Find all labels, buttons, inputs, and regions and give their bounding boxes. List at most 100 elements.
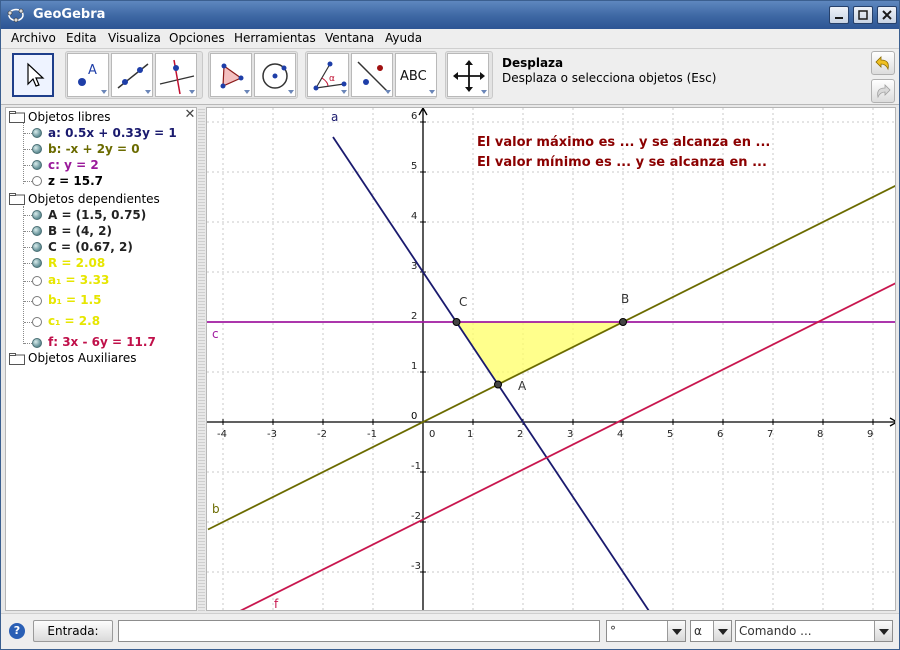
x-tick-label: 3 (567, 429, 573, 440)
point-a[interactable] (494, 380, 502, 389)
close-button[interactable] (877, 6, 897, 24)
dependent-object-item[interactable]: f: 3x - 6y = 11.7 (48, 335, 156, 351)
geogebra-logo-icon (7, 8, 24, 23)
greek-letter-select[interactable]: α (690, 620, 732, 642)
text-tool-button[interactable]: ABC (395, 53, 437, 97)
close-algebra-icon[interactable]: ✕ (184, 108, 196, 121)
input-field[interactable] (118, 620, 600, 642)
visibility-toggle[interactable] (32, 144, 42, 154)
input-bar: ? Entrada: ° α Comando ... (1, 613, 899, 649)
visibility-toggle[interactable] (32, 276, 42, 286)
visibility-toggle[interactable] (32, 160, 42, 170)
menu-edita[interactable]: Edita (66, 31, 97, 45)
line-c-label: c (212, 327, 219, 341)
menu-opciones[interactable]: Opciones (169, 31, 225, 45)
dependent-object-item[interactable]: B = (4, 2) (48, 224, 112, 240)
tree-connector (23, 120, 24, 184)
visibility-toggle[interactable] (32, 317, 42, 327)
graphics-view[interactable]: -4 -3 -2 -1 0 1 2 3 4 5 6 7 8 9 -3 -2 -1 1 2 3 4 5 6 0 a b c f … (206, 107, 896, 611)
tree-connector (24, 181, 32, 182)
app-window: GeoGebra Archivo Edita Visualiza Opcione… (0, 0, 900, 650)
point-icon: A (78, 63, 107, 94)
free-object-item[interactable]: c: y = 2 (48, 158, 99, 174)
input-label-button[interactable]: Entrada: (33, 620, 113, 642)
y-tick-label: 6 (411, 111, 417, 122)
visibility-toggle[interactable] (32, 258, 42, 268)
degree-symbol-select[interactable]: ° (606, 620, 686, 642)
redo-button[interactable] (871, 79, 895, 103)
chevron-down-icon[interactable] (874, 621, 892, 641)
menu-archivo[interactable]: Archivo (11, 31, 56, 45)
circle-tool-button[interactable] (254, 53, 296, 97)
split-pane-divider[interactable] (198, 107, 205, 611)
feasible-region[interactable] (456, 322, 624, 385)
free-objects-label[interactable]: Objetos libres (28, 110, 110, 126)
x-tick-label: 4 (617, 429, 623, 440)
visibility-toggle[interactable] (32, 210, 42, 220)
visibility-toggle[interactable] (32, 226, 42, 236)
dependent-object-item[interactable]: A = (1.5, 0.75) (48, 208, 146, 224)
perpendicular-line-icon (159, 59, 195, 95)
dependent-object-item[interactable]: b₁ = 1.5 (48, 293, 102, 309)
visibility-toggle[interactable] (32, 242, 42, 252)
x-tick-label: 1 (467, 429, 473, 440)
point-b[interactable] (619, 318, 627, 326)
visibility-toggle[interactable] (32, 296, 42, 306)
menu-ventana[interactable]: Ventana (325, 31, 374, 45)
dependent-objects-label[interactable]: Objetos dependientes (28, 192, 160, 208)
dependent-object-item[interactable]: C = (0.67, 2) (48, 240, 133, 256)
reflect-tool-button[interactable] (351, 53, 393, 97)
line-a-label: a (331, 110, 338, 124)
x-tick-label: 9 (867, 429, 873, 440)
help-icon[interactable]: ? (9, 623, 25, 639)
chevron-down-icon[interactable] (667, 621, 685, 641)
undo-button[interactable] (871, 51, 895, 75)
dependent-object-item[interactable]: R = 2.08 (48, 256, 105, 272)
auxiliary-objects-label[interactable]: Objetos Auxiliares (28, 351, 136, 367)
line-icon (117, 63, 151, 94)
circle-icon (262, 63, 294, 94)
y-tick-label: 5 (411, 161, 417, 172)
tree-connector (24, 281, 32, 282)
dependent-object-item[interactable]: a₁ = 3.33 (48, 273, 109, 289)
algebra-view: ✕ Objetos libres a: 0.5x + 0.33y = 1 b: … (5, 107, 197, 611)
close-icon (882, 10, 892, 20)
point-b-label: B (621, 292, 629, 306)
min-value-text[interactable]: El valor mínimo es ... y se alcanza en .… (477, 155, 767, 170)
visibility-toggle[interactable] (32, 176, 42, 186)
y-tick-label: 4 (411, 211, 417, 222)
menu-ayuda[interactable]: Ayuda (385, 31, 422, 45)
line-f-label: f (274, 597, 279, 611)
line-tool-button[interactable] (111, 53, 153, 97)
folder-icon (9, 111, 25, 123)
menu-herramientas[interactable]: Herramientas (234, 31, 316, 45)
tree-connector (24, 263, 32, 264)
polygon-tool-button[interactable] (210, 53, 252, 97)
line-b[interactable] (207, 184, 896, 531)
move-tool-button[interactable] (12, 53, 54, 97)
maximize-button[interactable] (853, 6, 873, 24)
y-tick-label: -1 (411, 461, 421, 472)
tree-connector (24, 301, 32, 302)
point-tool-button[interactable]: A (67, 53, 109, 97)
dependent-object-item[interactable]: c₁ = 2.8 (48, 314, 100, 330)
move-view-tool-button[interactable] (447, 53, 489, 97)
visibility-toggle[interactable] (32, 128, 42, 138)
max-value-text[interactable]: El valor máximo es ... y se alcanza en .… (477, 135, 770, 150)
command-select[interactable]: Comando ... (735, 620, 893, 642)
perpendicular-tool-button[interactable] (155, 53, 197, 97)
point-c[interactable] (452, 318, 461, 326)
tool-help-title: Desplaza (502, 56, 564, 70)
graphics-canvas[interactable]: -4 -3 -2 -1 0 1 2 3 4 5 6 7 8 9-3-2-11234560 a b c f … (207, 108, 896, 611)
minimize-button[interactable] (829, 6, 849, 24)
tree-connector (24, 165, 32, 166)
angle-tool-button[interactable]: α (307, 53, 349, 97)
visibility-toggle[interactable] (32, 338, 42, 348)
free-object-item[interactable]: b: -x + 2y = 0 (48, 142, 140, 158)
free-object-item[interactable]: a: 0.5x + 0.33y = 1 (48, 126, 177, 142)
chevron-down-icon[interactable] (713, 621, 731, 641)
x-tick-label: -3 (267, 429, 277, 440)
menu-visualiza[interactable]: Visualiza (108, 31, 161, 45)
x-tick-label: 7 (767, 429, 773, 440)
free-object-item[interactable]: z = 15.7 (48, 174, 103, 190)
